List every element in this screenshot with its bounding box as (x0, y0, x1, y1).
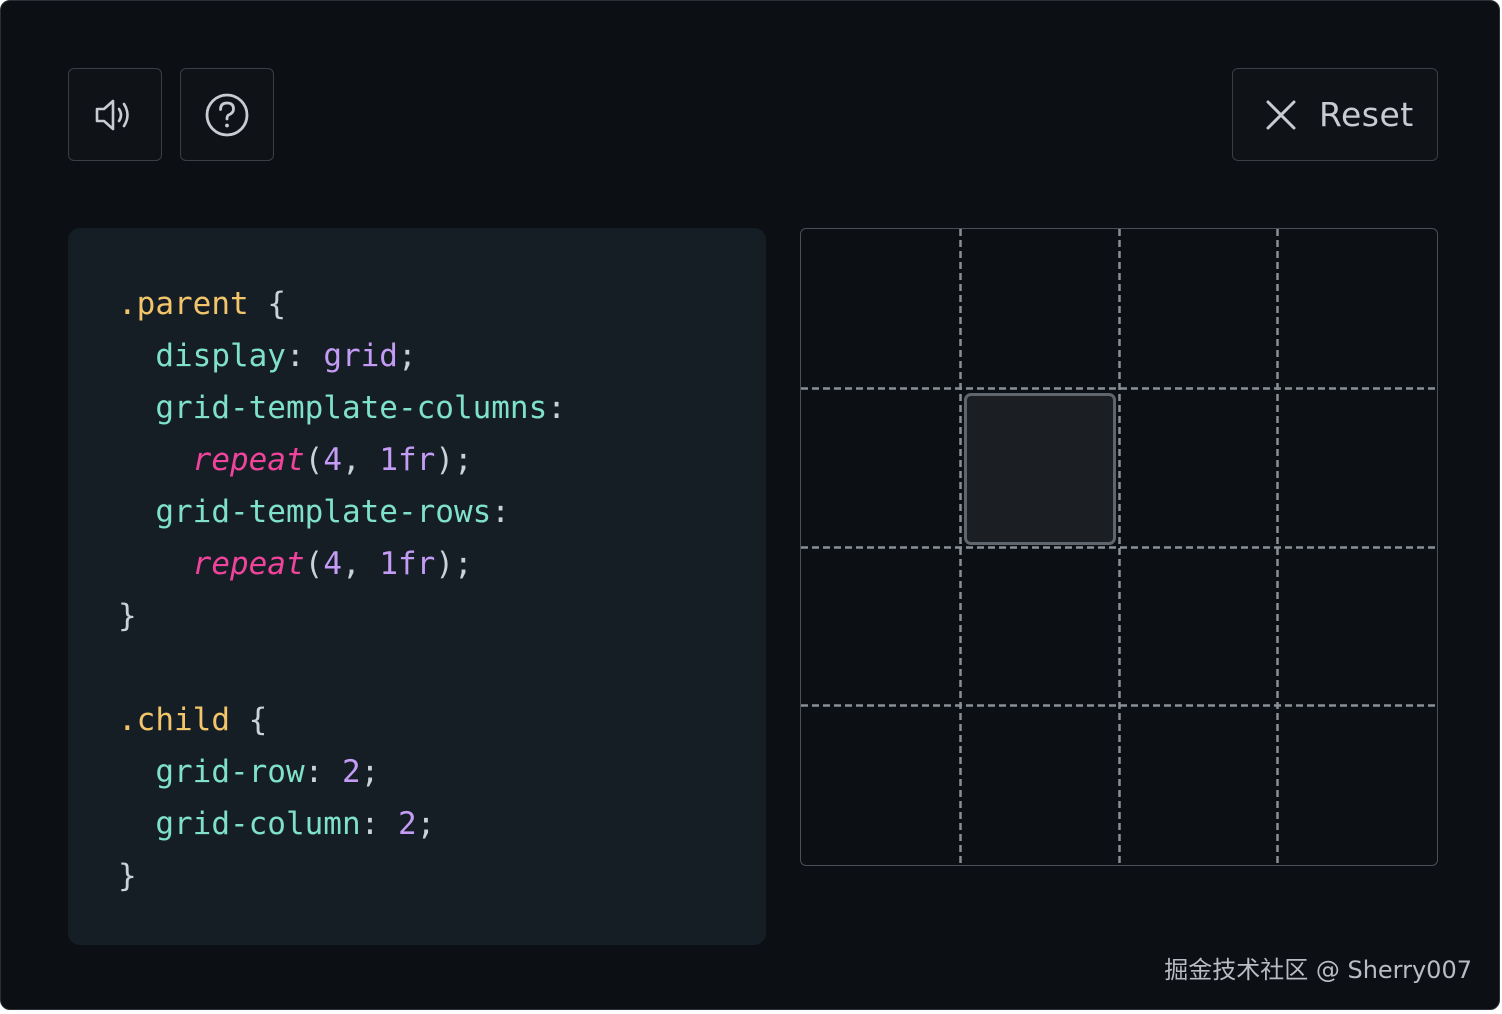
question-icon (205, 93, 249, 136)
repeat-function: repeat (192, 442, 305, 478)
app-frame: Reset .parent { display: grid; grid-temp… (0, 0, 1500, 1010)
code-line-rows-value: repeat(4, 1fr); (192, 546, 473, 582)
help-button[interactable] (180, 68, 274, 161)
columns-property: grid-template-columns (155, 390, 548, 426)
code-line-grid-column: grid-column: 2; (155, 806, 436, 842)
code-panel: .parent { display: grid; grid-template-c… (68, 228, 766, 945)
display-property: display (155, 338, 286, 374)
open-brace: { (248, 702, 268, 738)
grid-lines (801, 229, 1436, 864)
repeat-count: 4 (323, 442, 342, 478)
repeat-size: 1fr (379, 546, 436, 582)
code-line-parent-open: .parent { (118, 278, 286, 330)
grid-child[interactable] (963, 392, 1116, 545)
reset-button[interactable]: Reset (1232, 68, 1438, 161)
code-line-grid-row: grid-row: 2; (155, 754, 380, 790)
watermark: 掘金技术社区 @ Sherry007 (1164, 956, 1472, 984)
repeat-size: 1fr (379, 442, 436, 478)
grid-row-property: grid-row (155, 754, 305, 790)
open-brace: { (267, 286, 286, 322)
code-line-child-close: } (118, 850, 137, 902)
display-value: grid (323, 338, 398, 374)
code-line-rows: grid-template-rows: (155, 494, 510, 530)
grid-preview (800, 228, 1438, 866)
code-line-child-open: .child { (118, 694, 267, 746)
repeat-count: 4 (323, 546, 342, 582)
speaker-icon (95, 99, 129, 130)
code-line-columns-value: repeat(4, 1fr); (192, 442, 473, 478)
grid-column-value: 2 (397, 806, 417, 842)
grid-column-property: grid-column (155, 806, 361, 842)
code-line-parent-close: } (118, 590, 137, 642)
code-line-display: display: grid; (155, 338, 417, 374)
close-brace: } (118, 598, 137, 634)
code-line-columns: grid-template-columns: (155, 390, 566, 426)
close-brace: } (118, 858, 137, 894)
child-selector: .child (118, 702, 230, 738)
parent-selector: .parent (118, 286, 249, 322)
grid-row-value: 2 (341, 754, 361, 790)
reset-label: Reset (1319, 95, 1414, 134)
rows-property: grid-template-rows (155, 494, 492, 530)
repeat-function: repeat (192, 546, 305, 582)
close-icon (1266, 100, 1296, 129)
sound-button[interactable] (68, 68, 162, 161)
